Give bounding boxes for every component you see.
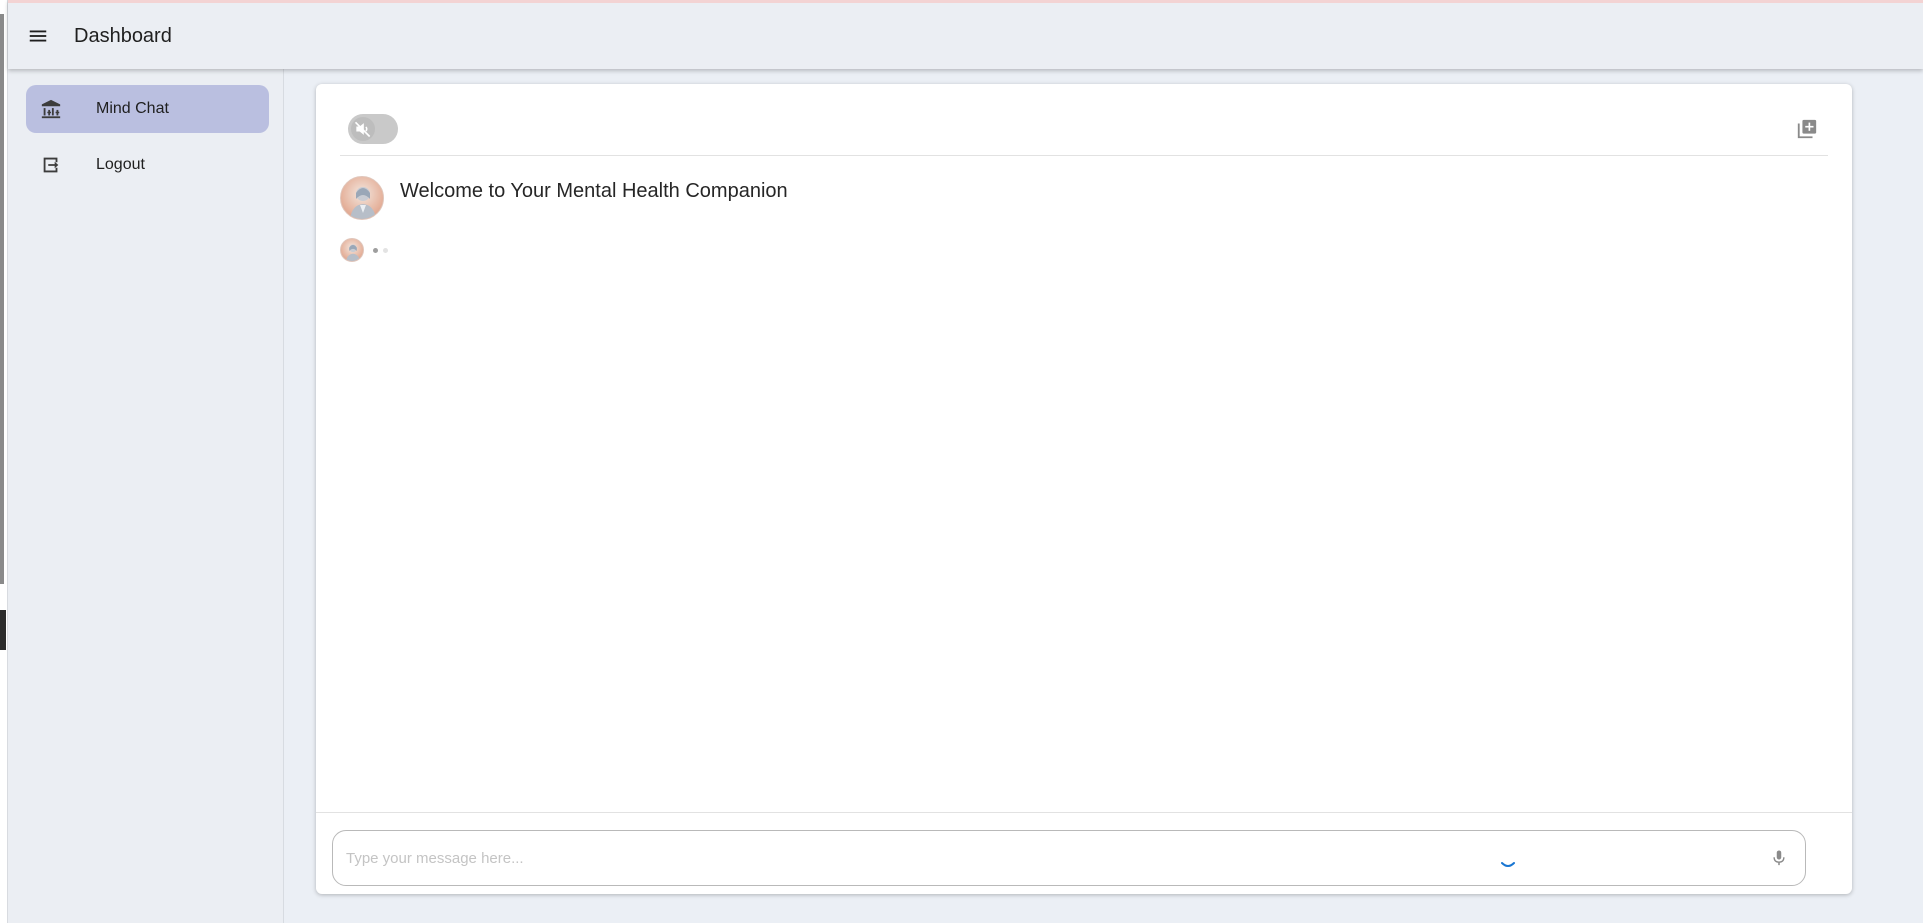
sidebar-item-label: Logout <box>96 156 145 173</box>
typing-dot <box>373 247 378 253</box>
welcome-message: Welcome to Your Mental Health Companion <box>400 180 788 202</box>
loading-spinner-icon <box>1501 862 1515 867</box>
edge-scrollbar <box>0 14 4 584</box>
menu-button[interactable] <box>18 16 58 56</box>
bot-avatar-small <box>340 238 364 262</box>
sidebar-item-logout[interactable]: Logout <box>26 141 269 189</box>
hamburger-menu-icon <box>29 30 47 42</box>
edge-marker <box>0 610 6 650</box>
chat-toolbar <box>340 104 1828 156</box>
message-input[interactable] <box>332 830 1806 886</box>
institution-icon <box>40 98 62 120</box>
app-bar: Dashboard <box>8 0 1923 69</box>
sidebar: Mind Chat Logout <box>8 69 284 923</box>
app-title: Dashboard <box>74 24 172 47</box>
microphone-icon <box>1773 850 1785 866</box>
app-root: Dashboard Mind Chat Logout Welcome to Yo… <box>0 0 1923 923</box>
sidebar-item-label: Mind Chat <box>96 100 169 117</box>
typing-dot <box>383 247 388 253</box>
volume-off-icon <box>354 121 371 138</box>
mic-button[interactable] <box>1767 846 1791 870</box>
sidebar-item-mind-chat[interactable]: Mind Chat <box>26 85 269 133</box>
chat-card: Welcome to Your Mental Health Companion <box>316 84 1852 894</box>
welcome-message-row: Welcome to Your Mental Health Companion <box>340 176 788 220</box>
mute-toggle[interactable] <box>348 114 398 144</box>
mute-toggle-knob <box>351 117 375 141</box>
window-left-edge <box>0 0 8 923</box>
logout-icon <box>40 154 62 176</box>
add-box-icon <box>1797 119 1817 139</box>
composer-divider <box>316 812 1852 813</box>
bot-avatar <box>340 176 384 220</box>
new-chat-button[interactable] <box>1794 116 1820 142</box>
typing-indicator-row <box>340 238 388 262</box>
